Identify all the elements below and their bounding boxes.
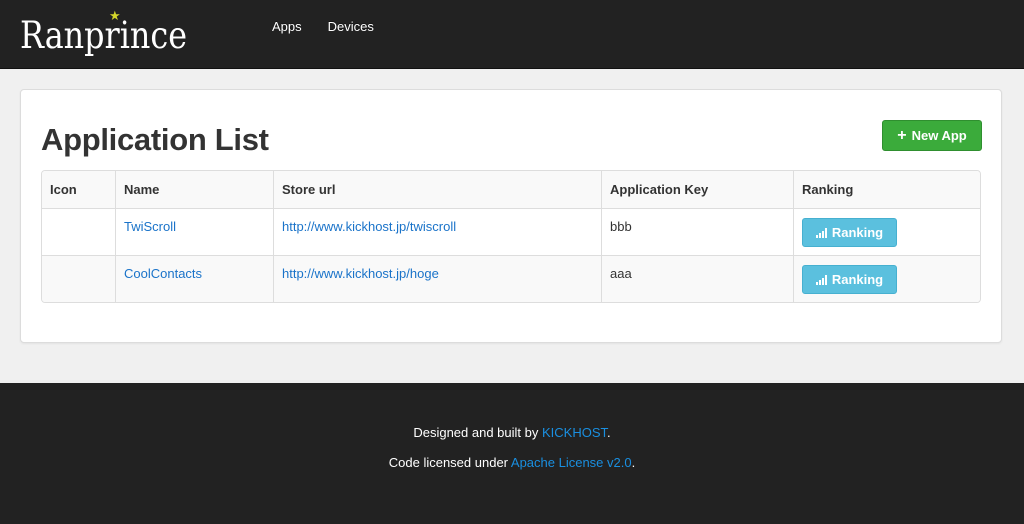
app-name-cell: CoolContacts [115,255,273,302]
store-url-cell: http://www.kickhost.jp/hoge [273,255,601,302]
store-url-cell: http://www.kickhost.jp/twiscroll [273,208,601,255]
application-table: Icon Name Store url Application Key Rank… [41,170,981,303]
main-nav: Apps Devices [272,19,374,34]
table-row: TwiScroll http://www.kickhost.jp/twiscro… [42,208,980,255]
column-header-store-url: Store url [273,171,601,208]
column-header-application-key: Application Key [601,171,793,208]
brand-logo[interactable]: Ranprince [20,14,187,58]
app-icon-cell [42,255,115,302]
application-panel: Application List + New App Icon Name Sto… [20,89,1002,343]
store-url-link[interactable]: http://www.kickhost.jp/twiscroll [282,219,456,234]
nav-item-devices[interactable]: Devices [328,19,374,34]
table-header-row: Icon Name Store url Application Key Rank… [42,171,980,208]
column-header-name: Name [115,171,273,208]
footer-credits-text: Designed and built by [413,425,542,440]
footer-license-period: . [631,455,636,470]
star-icon: ★ [109,8,121,23]
column-header-ranking: Ranking [793,171,980,208]
license-link[interactable]: Apache License v2.0 [511,455,632,470]
footer-license: Code licensed under Apache License v2.0. [0,455,1024,470]
footer-credits-period: . [607,425,611,440]
table-row: CoolContacts http://www.kickhost.jp/hoge… [42,255,980,302]
plus-icon: + [897,126,907,144]
kickhost-link[interactable]: KICKHOST [542,425,607,440]
new-app-button[interactable]: + New App [882,120,982,151]
app-icon-cell [42,208,115,255]
footer-license-text: Code licensed under [388,455,511,470]
column-header-icon: Icon [42,171,115,208]
app-key-cell: aaa [601,255,793,302]
store-url-link[interactable]: http://www.kickhost.jp/hoge [282,266,439,281]
app-name-link[interactable]: CoolContacts [124,266,202,281]
top-navbar: Ranprince ★ Apps Devices [0,0,1024,69]
ranking-button[interactable]: Ranking [802,265,897,294]
ranking-cell: Ranking [793,208,980,255]
ranking-cell: Ranking [793,255,980,302]
app-name-link[interactable]: TwiScroll [124,219,176,234]
page-footer: Designed and built by KICKHOST. Code lic… [0,383,1024,524]
ranking-button[interactable]: Ranking [802,218,897,247]
ranking-button-label: Ranking [831,272,884,287]
ranking-button-label: Ranking [831,225,884,240]
signal-bars-icon [815,274,827,285]
nav-item-apps[interactable]: Apps [272,19,302,34]
new-app-button-label: New App [911,128,967,143]
footer-credits: Designed and built by KICKHOST. [0,425,1024,440]
page-title: Application List [41,122,269,157]
signal-bars-icon [815,227,827,238]
app-key-cell: bbb [601,208,793,255]
app-name-cell: TwiScroll [115,208,273,255]
